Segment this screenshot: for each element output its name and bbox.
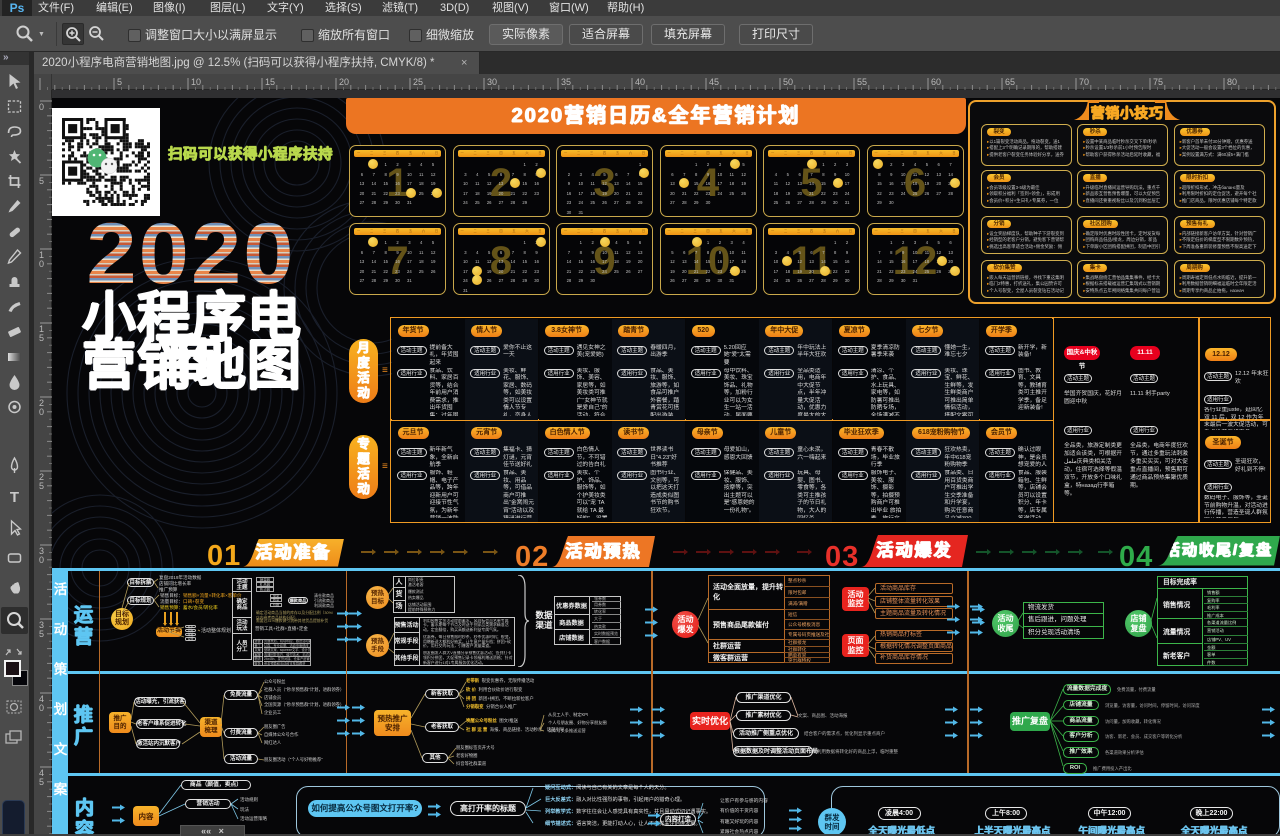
svg-text:0: 0 bbox=[39, 259, 44, 269]
svg-text:5: 5 bbox=[39, 629, 44, 639]
svg-text:T: T bbox=[10, 489, 19, 506]
svg-text:5: 5 bbox=[39, 176, 44, 186]
svg-text:55: 55 bbox=[857, 77, 867, 87]
svg-text:65: 65 bbox=[1005, 77, 1015, 87]
svg-text:50: 50 bbox=[783, 77, 793, 87]
svg-text:20: 20 bbox=[339, 77, 349, 87]
svg-text:0: 0 bbox=[39, 703, 44, 713]
svg-text:0: 0 bbox=[39, 102, 44, 112]
svg-text:40: 40 bbox=[635, 77, 645, 87]
svg-text:0: 0 bbox=[39, 407, 44, 417]
svg-text:5: 5 bbox=[39, 777, 44, 787]
svg-text:70: 70 bbox=[1079, 77, 1089, 87]
svg-text:5: 5 bbox=[117, 77, 122, 87]
svg-text:35: 35 bbox=[561, 77, 571, 87]
svg-text:75: 75 bbox=[1153, 77, 1163, 87]
svg-text:0: 0 bbox=[39, 555, 44, 565]
svg-text:60: 60 bbox=[931, 77, 941, 87]
svg-text:45: 45 bbox=[709, 77, 719, 87]
svg-text:80: 80 bbox=[1227, 77, 1237, 87]
svg-text:5: 5 bbox=[39, 333, 44, 343]
svg-text:10: 10 bbox=[191, 77, 201, 87]
svg-text:5: 5 bbox=[39, 481, 44, 491]
svg-text:30: 30 bbox=[487, 77, 497, 87]
svg-text:15: 15 bbox=[265, 77, 275, 87]
svg-text:25: 25 bbox=[413, 77, 423, 87]
